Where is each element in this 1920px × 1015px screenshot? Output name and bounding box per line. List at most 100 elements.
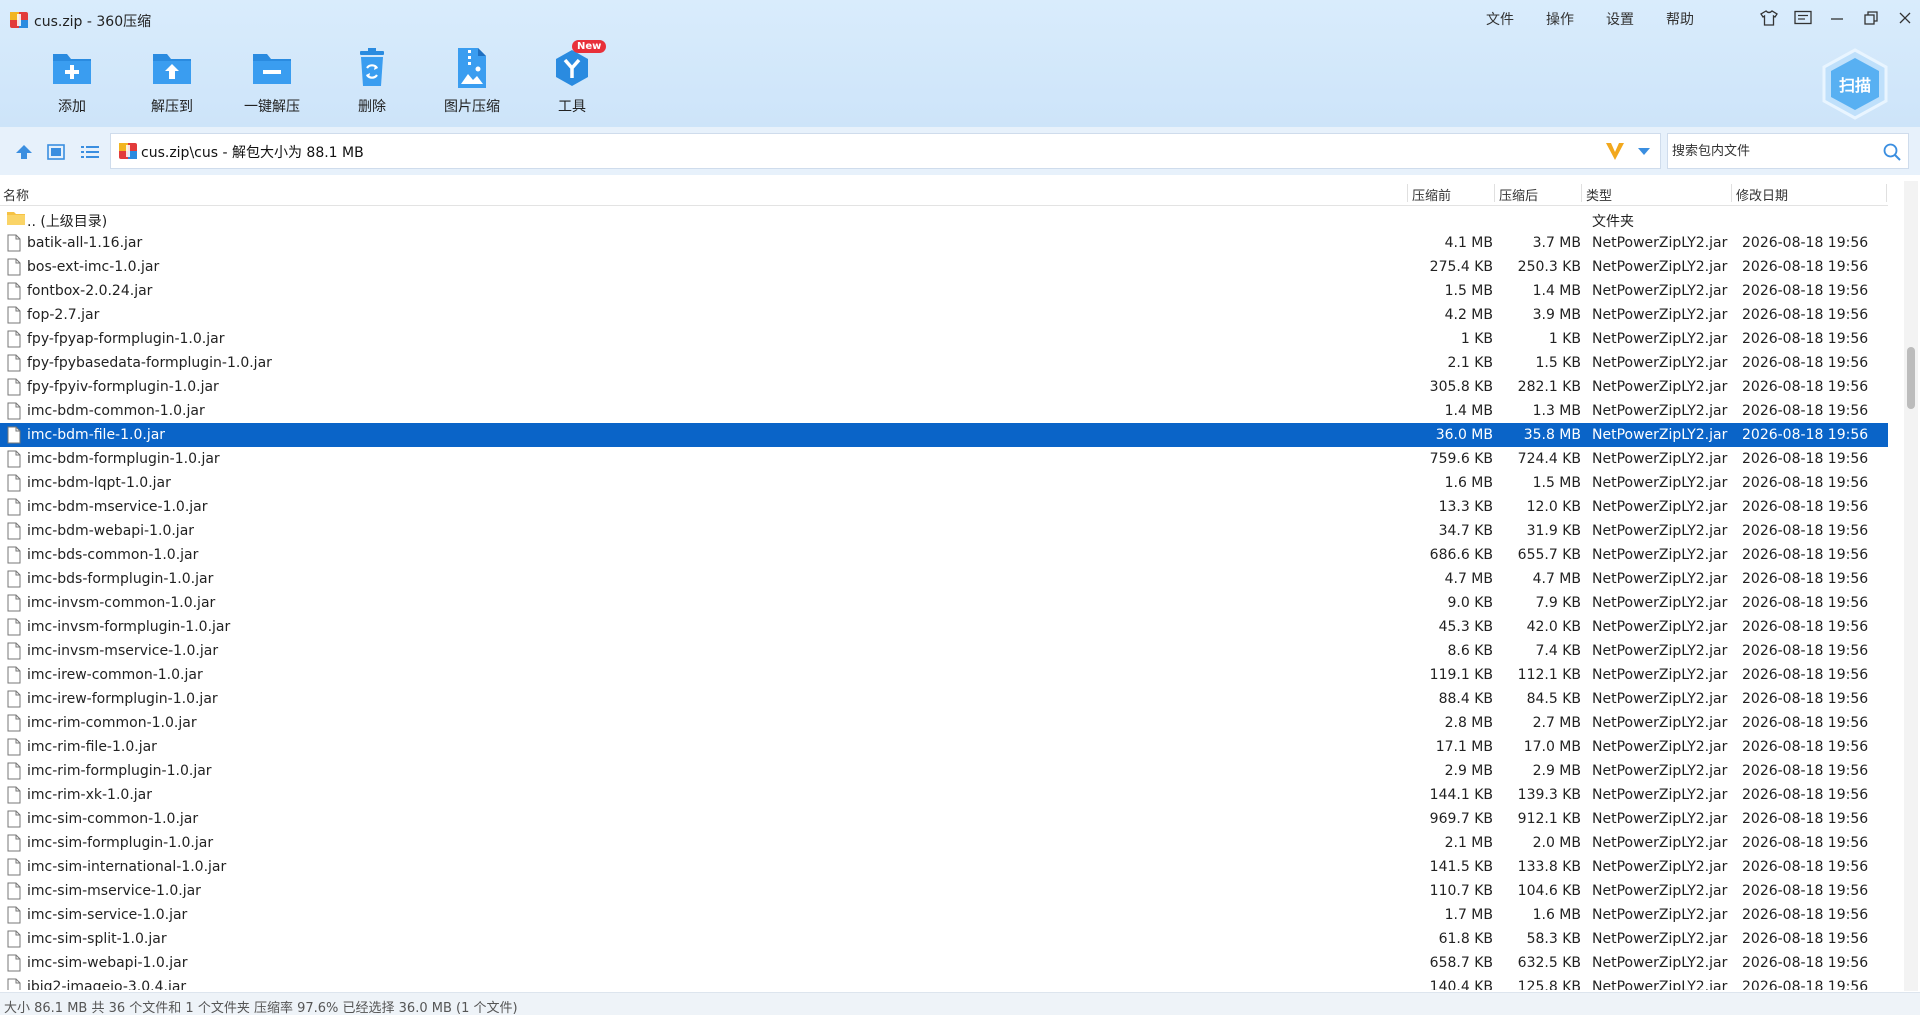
scroll-thumb[interactable] xyxy=(1907,347,1915,409)
col-divider[interactable] xyxy=(1494,184,1495,202)
minimize-button[interactable] xyxy=(1820,6,1854,30)
vertical-scrollbar[interactable] xyxy=(1904,181,1918,991)
scan-button[interactable]: 扫描 xyxy=(1820,48,1890,120)
add-button[interactable]: 添加 xyxy=(22,46,122,118)
file-icon xyxy=(7,834,21,852)
table-row[interactable]: imc-bds-formplugin-1.0.jar 4.7 MB 4.7 MB Ne… xyxy=(0,567,1888,591)
extract-to-button[interactable]: 解压到 xyxy=(122,46,222,118)
menu-file[interactable]: 文件 xyxy=(1470,9,1530,29)
table-row[interactable]: imc-bdm-file-1.0.jar 36.0 MB 35.8 MB NetPow… xyxy=(0,423,1888,447)
table-row[interactable]: fpy-fpyiv-formplugin-1.0.jar 305.8 KB 282.… xyxy=(0,375,1888,399)
table-row[interactable]: imc-sim-split-1.0.jar 61.8 KB 58.3 KB NetPo… xyxy=(0,927,1888,951)
table-row[interactable]: imc-sim-international-1.0.jar 141.5 KB 133… xyxy=(0,855,1888,879)
delete-button[interactable]: 删除 xyxy=(322,46,422,118)
table-row[interactable]: imc-bdm-webapi-1.0.jar 34.7 KB 31.9 KB NetP… xyxy=(0,519,1888,543)
table-row[interactable]: imc-rim-file-1.0.jar 17.1 MB 17.0 MB NetPow… xyxy=(0,735,1888,759)
table-row[interactable]: imc-bds-common-1.0.jar 686.6 KB 655.7 KB Ne… xyxy=(0,543,1888,567)
chevron-down-icon[interactable] xyxy=(1636,143,1652,159)
file-type: NetPowerZipLY2.jar xyxy=(1592,667,1728,683)
table-row[interactable]: imc-sim-service-1.0.jar 1.7 MB 1.6 MB NetPo… xyxy=(0,903,1888,927)
table-row[interactable]: imc-rim-common-1.0.jar 2.8 MB 2.7 MB NetPow… xyxy=(0,711,1888,735)
modified-date: 2026-08-18 19:56 xyxy=(1742,739,1869,755)
parent-folder-row[interactable]: .. (上级目录) 文件夹 xyxy=(0,207,1888,231)
file-icon xyxy=(7,858,21,876)
modified-date: 2026-08-18 19:56 xyxy=(1742,235,1869,251)
table-row[interactable]: imc-invsm-formplugin-1.0.jar 45.3 KB 42.0 … xyxy=(0,615,1888,639)
table-row[interactable]: imc-irew-formplugin-1.0.jar 88.4 KB 84.5 K… xyxy=(0,687,1888,711)
up-arrow-icon[interactable] xyxy=(14,143,34,161)
table-row[interactable]: imc-invsm-mservice-1.0.jar 8.6 KB 7.4 KB Ne… xyxy=(0,639,1888,663)
file-name: imc-rim-xk-1.0.jar xyxy=(27,787,152,803)
search-icon[interactable] xyxy=(1882,142,1902,162)
search-input[interactable] xyxy=(1672,141,1872,161)
menu-operate[interactable]: 操作 xyxy=(1530,9,1590,29)
v-brand-icon[interactable] xyxy=(1604,140,1626,162)
feedback-button[interactable] xyxy=(1786,6,1820,30)
table-row[interactable]: bos-ext-imc-1.0.jar 275.4 KB 250.3 KB NetPo… xyxy=(0,255,1888,279)
col-divider[interactable] xyxy=(1731,184,1732,202)
title-bar[interactable]: cus.zip - 360压缩 文件 操作 设置 帮助 xyxy=(0,0,1920,38)
list-view-icon[interactable] xyxy=(80,143,100,161)
file-name: batik-all-1.16.jar xyxy=(27,235,143,251)
extract-to-icon xyxy=(153,54,191,84)
table-row[interactable]: imc-invsm-common-1.0.jar 9.0 KB 7.9 KB NetP… xyxy=(0,591,1888,615)
table-row[interactable]: imc-rim-xk-1.0.jar 144.1 KB 139.3 KB NetPow… xyxy=(0,783,1888,807)
file-name: imc-rim-common-1.0.jar xyxy=(27,715,197,731)
tools-button[interactable]: New 工具 xyxy=(522,40,622,118)
col-compressed-size[interactable]: 压缩后 xyxy=(1499,185,1538,204)
compressed-size: 1.5 MB xyxy=(1532,475,1581,491)
app-header: cus.zip - 360压缩 文件 操作 设置 帮助 添加 解压到 一键解压 … xyxy=(0,0,1920,127)
col-divider[interactable] xyxy=(1581,184,1582,202)
col-name[interactable]: 名称 xyxy=(3,185,29,204)
original-size: 2.9 MB xyxy=(1444,763,1493,779)
menu-settings[interactable]: 设置 xyxy=(1590,9,1650,29)
table-row[interactable]: imc-bdm-common-1.0.jar 1.4 MB 1.3 MB NetPow… xyxy=(0,399,1888,423)
file-name: fpy-fpyiv-formplugin-1.0.jar xyxy=(27,379,219,395)
table-row[interactable]: jbig2-imageio-3.0.4.jar 140.4 KB 125.8 KB N… xyxy=(0,975,1888,990)
maximize-button[interactable] xyxy=(1854,6,1888,30)
close-button[interactable] xyxy=(1888,6,1920,30)
skin-button[interactable] xyxy=(1752,6,1786,30)
one-click-extract-label: 一键解压 xyxy=(244,99,300,115)
table-row[interactable]: imc-bdm-formplugin-1.0.jar 759.6 KB 724.4 … xyxy=(0,447,1888,471)
modified-date: 2026-08-18 19:56 xyxy=(1742,955,1869,971)
compressed-size: 17.0 MB xyxy=(1523,739,1581,755)
original-size: 36.0 MB xyxy=(1435,427,1493,443)
table-row[interactable]: imc-bdm-mservice-1.0.jar 13.3 KB 12.0 KB Ne… xyxy=(0,495,1888,519)
table-row[interactable]: fontbox-2.0.24.jar 1.5 MB 1.4 MB NetPowerZi… xyxy=(0,279,1888,303)
address-bar[interactable]: cus.zip\cus - 解包大小为 88.1 MB xyxy=(110,133,1661,169)
table-row[interactable]: fpy-fpyap-formplugin-1.0.jar 1 KB 1 KB NetP… xyxy=(0,327,1888,351)
image-compress-button[interactable]: 图片压缩 xyxy=(422,46,522,118)
table-row[interactable]: imc-rim-formplugin-1.0.jar 2.9 MB 2.9 MB Ne… xyxy=(0,759,1888,783)
col-modified[interactable]: 修改日期 xyxy=(1736,185,1788,204)
table-row[interactable]: fpy-fpybasedata-formplugin-1.0.jar 2.1 KB… xyxy=(0,351,1888,375)
delete-icon xyxy=(360,48,384,86)
file-type: NetPowerZipLY2.jar xyxy=(1592,835,1728,851)
one-click-extract-button[interactable]: 一键解压 xyxy=(222,46,322,118)
col-divider[interactable] xyxy=(1407,184,1408,202)
table-row[interactable]: imc-sim-webapi-1.0.jar 658.7 KB 632.5 KB Ne… xyxy=(0,951,1888,975)
table-row[interactable]: imc-irew-common-1.0.jar 119.1 KB 112.1 KB N… xyxy=(0,663,1888,687)
file-type: NetPowerZipLY2.jar xyxy=(1592,859,1728,875)
compressed-size: 282.1 KB xyxy=(1517,379,1581,395)
menu-help[interactable]: 帮助 xyxy=(1650,9,1710,29)
table-row[interactable]: imc-bdm-lqpt-1.0.jar 1.6 MB 1.5 MB NetPower… xyxy=(0,471,1888,495)
file-list[interactable]: 名称 压缩前 压缩后 类型 修改日期 .. (上级目录) 文件夹 batik-all… xyxy=(0,180,1888,990)
compressed-size: 724.4 KB xyxy=(1517,451,1581,467)
table-row[interactable]: imc-sim-mservice-1.0.jar 110.7 KB 104.6 KB… xyxy=(0,879,1888,903)
original-size: 110.7 KB xyxy=(1429,883,1493,899)
file-name: imc-bdm-mservice-1.0.jar xyxy=(27,499,208,515)
col-original-size[interactable]: 压缩前 xyxy=(1412,185,1451,204)
thumbnail-view-icon[interactable] xyxy=(46,143,66,161)
compressed-size: 1 KB xyxy=(1548,331,1581,347)
modified-date: 2026-08-18 19:56 xyxy=(1742,307,1869,323)
col-type[interactable]: 类型 xyxy=(1586,185,1612,204)
modified-date: 2026-08-18 19:56 xyxy=(1742,547,1869,563)
table-row[interactable]: fop-2.7.jar 4.2 MB 3.9 MB NetPowerZipLY2.ja… xyxy=(0,303,1888,327)
table-row[interactable]: batik-all-1.16.jar 4.1 MB 3.7 MB NetPowerZi… xyxy=(0,231,1888,255)
compressed-size: 1.3 MB xyxy=(1532,403,1581,419)
col-divider[interactable] xyxy=(1886,184,1887,202)
table-row[interactable]: imc-sim-formplugin-1.0.jar 2.1 MB 2.0 MB Ne… xyxy=(0,831,1888,855)
table-row[interactable]: imc-sim-common-1.0.jar 969.7 KB 912.1 KB Ne… xyxy=(0,807,1888,831)
file-name: imc-sim-webapi-1.0.jar xyxy=(27,955,188,971)
